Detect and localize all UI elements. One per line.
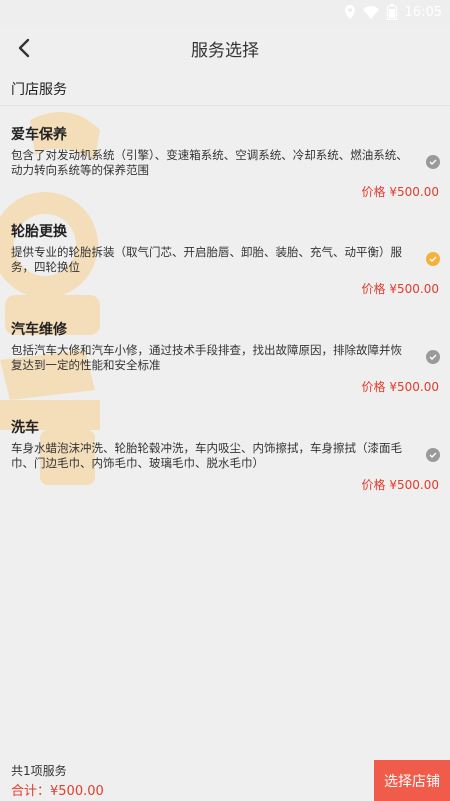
wifi-icon (362, 5, 379, 19)
service-count: 共1项服务 (11, 764, 67, 778)
service-name: 轮胎更换 (11, 224, 67, 240)
service-card[interactable]: 洗车 车身水蜡泡沫冲洗、轮胎轮毂冲洗，车内吸尘、内饰擦拭，车身擦拭（漆面毛巾、门… (0, 403, 450, 500)
battery-icon (386, 4, 397, 20)
service-card[interactable]: 爱车保养 包含了对发动机系统（引擎）、变速箱系统、空调系统、冷却系统、燃油系统、… (0, 110, 450, 207)
service-price: 价格 ¥500.00 (361, 185, 439, 199)
service-card[interactable]: 汽车维修 包括汽车大修和汽车小修，通过技术手段排查，找出故障原因，排除故障并恢复… (0, 305, 450, 402)
checkbox[interactable] (426, 252, 440, 266)
choose-store-button[interactable]: 选择店铺 (374, 760, 450, 801)
checkmark-icon (429, 159, 437, 165)
service-description: 车身水蜡泡沫冲洗、轮胎轮毂冲洗，车内吸尘、内饰擦拭，车身擦拭（漆面毛巾、门边毛巾… (11, 441, 402, 470)
checkmark-icon (429, 452, 437, 458)
location-icon (344, 5, 355, 19)
checkbox[interactable] (426, 155, 440, 169)
status-bar: 16:05 (0, 0, 450, 26)
service-price: 价格 ¥500.00 (361, 380, 439, 394)
clock: 16:05 (404, 4, 442, 20)
checkmark-icon (429, 256, 437, 262)
bottom-bar: 共1项服务 合计：¥500.00 选择店铺 (0, 760, 450, 801)
service-description: 包括汽车大修和汽车小修，通过技术手段排查，找出故障原因，排除故障并恢复达到一定的… (11, 343, 402, 372)
checkmark-icon (429, 354, 437, 360)
service-name: 爱车保养 (11, 127, 67, 143)
service-name: 汽车维修 (11, 322, 67, 338)
service-description: 提供专业的轮胎拆装（取气门芯、开启胎唇、卸胎、装胎、充气、动平衡）服务，四轮换位 (11, 245, 402, 274)
checkbox[interactable] (426, 448, 440, 462)
service-price: 价格 ¥500.00 (361, 282, 439, 296)
service-name: 洗车 (11, 420, 39, 436)
service-card[interactable]: 轮胎更换 提供专业的轮胎拆装（取气门芯、开启胎唇、卸胎、装胎、充气、动平衡）服务… (0, 207, 450, 304)
nav-bar: 服务选择 (0, 26, 450, 70)
service-price: 价格 ¥500.00 (361, 478, 439, 492)
total-price: 合计：¥500.00 (11, 784, 104, 799)
checkbox[interactable] (426, 350, 440, 364)
page-title: 服务选择 (191, 41, 259, 61)
service-description: 包含了对发动机系统（引擎）、变速箱系统、空调系统、冷却系统、燃油系统、动力转向系… (11, 148, 408, 177)
